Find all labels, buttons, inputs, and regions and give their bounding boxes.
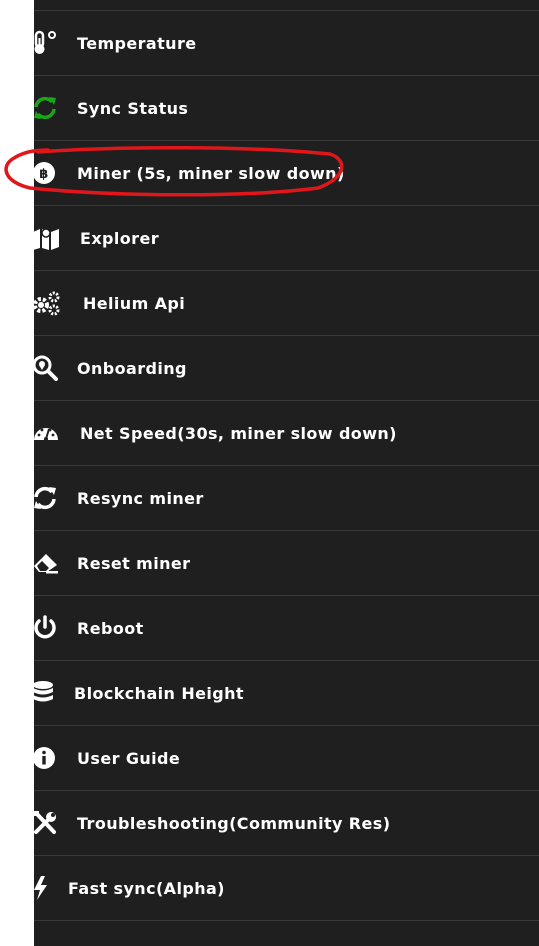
menu-item-onboarding[interactable]: Onboarding: [32, 335, 539, 400]
menu-item-fast-sync[interactable]: Fast sync(Alpha): [34, 855, 539, 921]
redo-icon: [32, 483, 62, 513]
menu-item-label: Fast sync(Alpha): [68, 878, 225, 898]
menu-item-miner[interactable]: ฿ Miner (5s, miner slow down): [32, 140, 539, 205]
info-icon: [32, 743, 62, 773]
menu-item-label: Resync miner: [77, 488, 204, 508]
menu-list: Temperature Sync Status ฿ Miner (5s, min…: [32, 10, 539, 921]
menu-item-label: Troubleshooting(Community Res): [77, 813, 391, 833]
menu-item-temperature[interactable]: Temperature: [34, 10, 539, 75]
menu-item-label: Sync Status: [77, 98, 189, 118]
database-icon: [32, 678, 62, 708]
menu-item-label: Explorer: [80, 228, 160, 248]
menu-item-label: Blockchain Height: [74, 683, 244, 703]
tools-icon: [32, 808, 62, 838]
menu-item-helium-api[interactable]: Helium Api: [32, 270, 539, 335]
sidebar-menu-panel: Temperature Sync Status ฿ Miner (5s, min…: [32, 0, 539, 946]
search-location-icon: [32, 353, 62, 383]
menu-item-explorer[interactable]: Explorer: [32, 205, 539, 270]
svg-text:฿: ฿: [39, 167, 48, 182]
bitcoin-icon: ฿: [32, 158, 62, 188]
menu-item-label: Helium Api: [83, 293, 186, 313]
menu-item-label: User Guide: [77, 748, 181, 768]
menu-item-label: Onboarding: [77, 358, 187, 378]
menu-item-resync-miner[interactable]: Resync miner: [34, 465, 539, 530]
menu-item-reset-miner[interactable]: Reset miner: [34, 530, 539, 595]
gears-icon: [32, 288, 62, 318]
menu-item-user-guide[interactable]: User Guide: [32, 725, 539, 790]
menu-item-label: Reset miner: [77, 553, 191, 573]
menu-item-label: Temperature: [77, 33, 197, 53]
speedometer-icon: [32, 418, 62, 448]
eraser-icon: [32, 548, 62, 578]
sync-icon: [32, 93, 62, 123]
menu-item-label: Reboot: [77, 618, 144, 638]
menu-item-reboot[interactable]: Reboot: [34, 595, 539, 660]
menu-item-troubleshooting[interactable]: Troubleshooting(Community Res): [32, 790, 539, 855]
menu-item-label: Miner (5s, miner slow down): [77, 163, 345, 183]
power-icon: [32, 613, 62, 643]
bolt-icon: [32, 873, 62, 903]
menu-item-sync-status[interactable]: Sync Status: [34, 75, 539, 140]
thermometer-icon: [32, 28, 62, 58]
menu-item-label: Net Speed(30s, miner slow down): [80, 423, 397, 443]
menu-item-blockchain-height[interactable]: Blockchain Height: [32, 660, 539, 725]
menu-bottom-area: [34, 921, 539, 946]
menu-item-net-speed[interactable]: Net Speed(30s, miner slow down): [34, 400, 539, 465]
map-icon: [32, 223, 62, 253]
